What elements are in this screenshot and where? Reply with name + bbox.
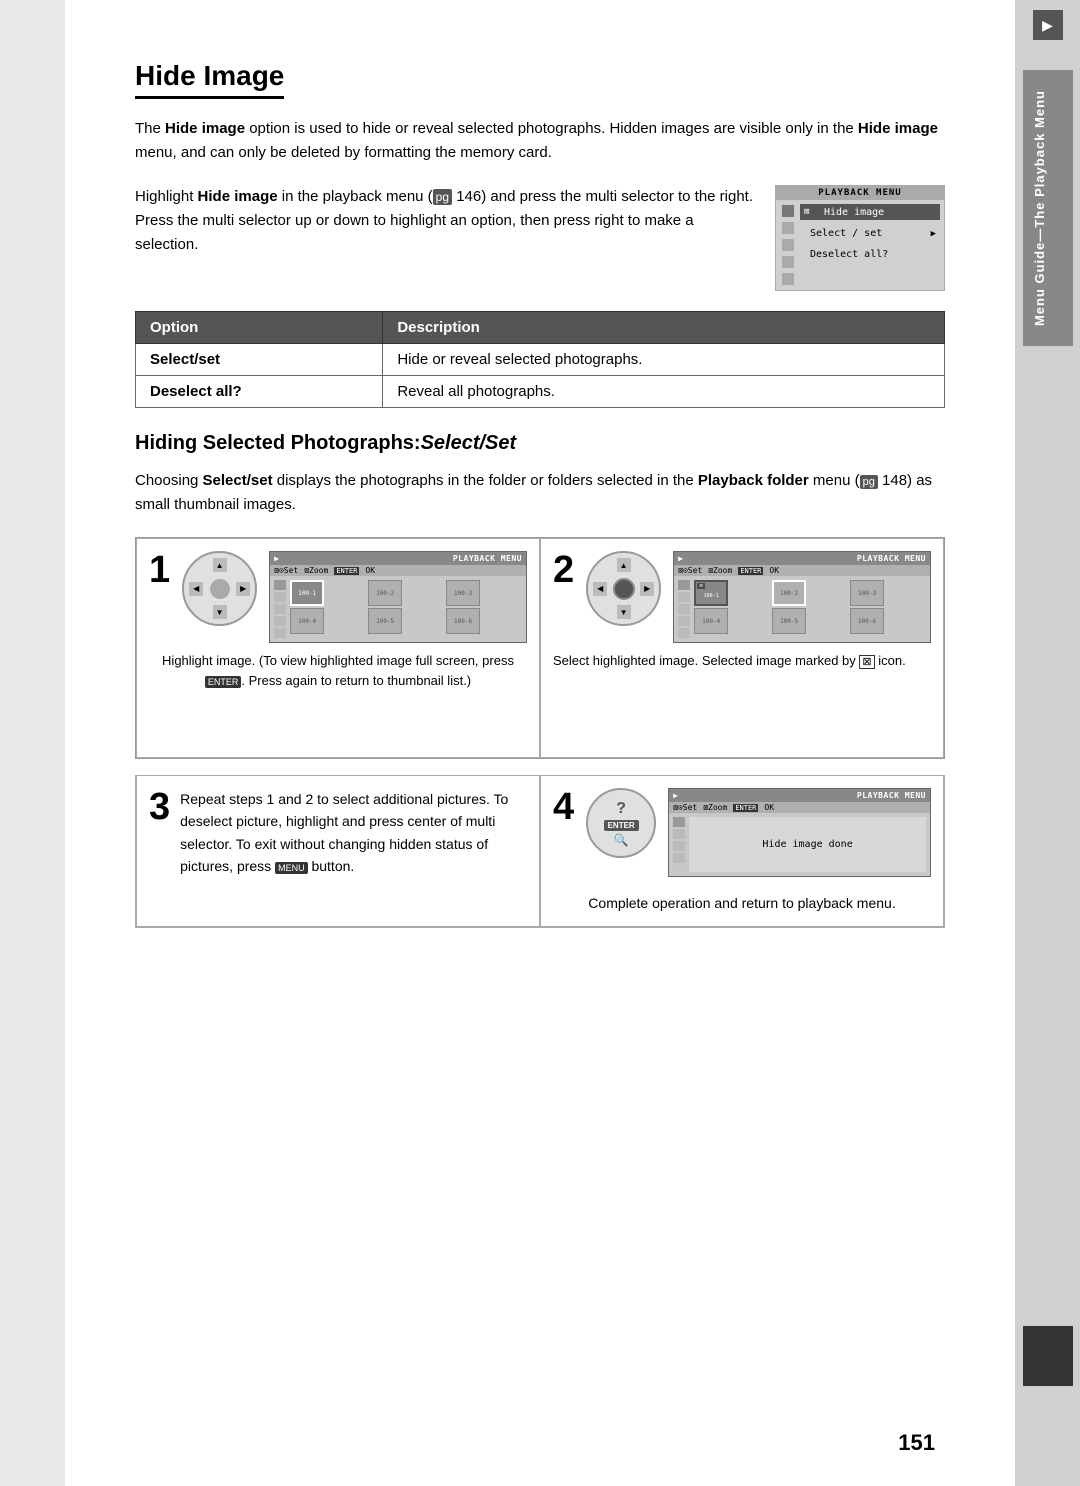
step1-menu: ▶ PLAYBACK MENU ⊠⊙Set ⊠Zoom ENTER OK	[269, 551, 527, 643]
step-3-number: 3	[149, 788, 170, 826]
menu-btn-icon: MENU	[275, 862, 308, 874]
step-3-cell: 3 Repeat steps 1 and 2 to select additio…	[136, 775, 540, 927]
step-4-cell: 4 ? ENTER 🔍 ▶ PLAYBACK MENU ⊠⊙Set ⊠Zoom	[540, 775, 944, 927]
sidebar-label: Menu Guide—The Playback Menu	[1023, 70, 1073, 346]
arrow-icon: ▶	[931, 229, 936, 239]
page-container: Hide Image The Hide image option is used…	[65, 0, 1015, 1486]
mark-icon: ⊠	[859, 655, 874, 669]
hide-image-icon: ⊠	[804, 206, 820, 218]
sub-heading: Hiding Selected Photographs:Select/Set	[135, 432, 945, 455]
option-table: Option Description Select/set Hide or re…	[135, 311, 945, 408]
step-4-number: 4	[553, 788, 574, 826]
step-2-number: 2	[553, 551, 574, 589]
table-cell-option2: Deselect all?	[136, 376, 383, 408]
section-with-image: Highlight Hide image in the playback men…	[135, 185, 945, 291]
enter-button-image: ? ENTER 🔍	[586, 788, 656, 858]
section-text: Highlight Hide image in the playback men…	[135, 185, 755, 291]
table-cell-desc1: Hide or reveal selected photographs.	[383, 344, 945, 376]
step-2-caption: Select highlighted image. Selected image…	[553, 651, 906, 671]
table-col-option: Option	[136, 312, 383, 344]
step2-thumbnails: ⊠ 100-1 100-2 100-3 100-4	[694, 580, 926, 634]
steps-grid: 1 ▲ ▼ ◀ ▶ ▶ PLAYBACK MENU	[135, 537, 945, 759]
menu-item-deselect: Deselect all?	[800, 247, 940, 262]
step2-menu: ▶ PLAYBACK MENU ⊠⊙Set ⊠Zoom ENTER OK	[673, 551, 931, 643]
step-4-caption: Complete operation and return to playbac…	[553, 893, 931, 914]
step4-done-text: Hide image done	[689, 817, 926, 872]
table-col-description: Description	[383, 312, 945, 344]
step-1-caption: Highlight image. (To view highlighted im…	[149, 651, 527, 690]
menu-item-hide-image: ⊠ Hide image	[800, 204, 940, 220]
step1-thumbnails: 100-1 100-2 100-3 100-4	[290, 580, 522, 634]
enter-icon-inline: ENTER	[205, 676, 242, 688]
body-text: Choosing Select/set displays the photogr…	[135, 469, 945, 517]
step-1-number: 1	[149, 551, 170, 589]
table-cell-option1: Select/set	[136, 344, 383, 376]
step-3-text: Repeat steps 1 and 2 to select additiona…	[180, 788, 527, 878]
table-row: Select/set Hide or reveal selected photo…	[136, 344, 945, 376]
table-cell-desc2: Reveal all photographs.	[383, 376, 945, 408]
page-title: Hide Image	[135, 60, 284, 99]
intro-paragraph: The Hide image option is used to hide or…	[135, 117, 945, 165]
step-2-cell: 2 ▲ ▼ ◀ ▶ ▶ PLAYBACK MENU	[540, 538, 944, 758]
menu-item-select-set: Select / set ▶	[800, 226, 940, 241]
step4-menu: ▶ PLAYBACK MENU ⊠⊙Set ⊠Zoom ENTER OK	[668, 788, 931, 877]
table-row: Deselect all? Reveal all photographs.	[136, 376, 945, 408]
steps-bottom-grid: 3 Repeat steps 1 and 2 to select additio…	[135, 775, 945, 928]
menu-screenshot: PLAYBACK MENU ⊠ Hide image	[775, 185, 945, 291]
step-1-cell: 1 ▲ ▼ ◀ ▶ ▶ PLAYBACK MENU	[136, 538, 540, 758]
sidebar-dark-block	[1023, 1326, 1073, 1386]
right-sidebar: ▶ Menu Guide—The Playback Menu	[1015, 0, 1080, 1486]
page-number: 151	[898, 1430, 935, 1456]
menu-header: PLAYBACK MENU	[776, 186, 944, 200]
menu-body: ⊠ Hide image Select / set ▶ Deselect all…	[776, 200, 944, 290]
sidebar-arrow: ▶	[1033, 10, 1063, 40]
